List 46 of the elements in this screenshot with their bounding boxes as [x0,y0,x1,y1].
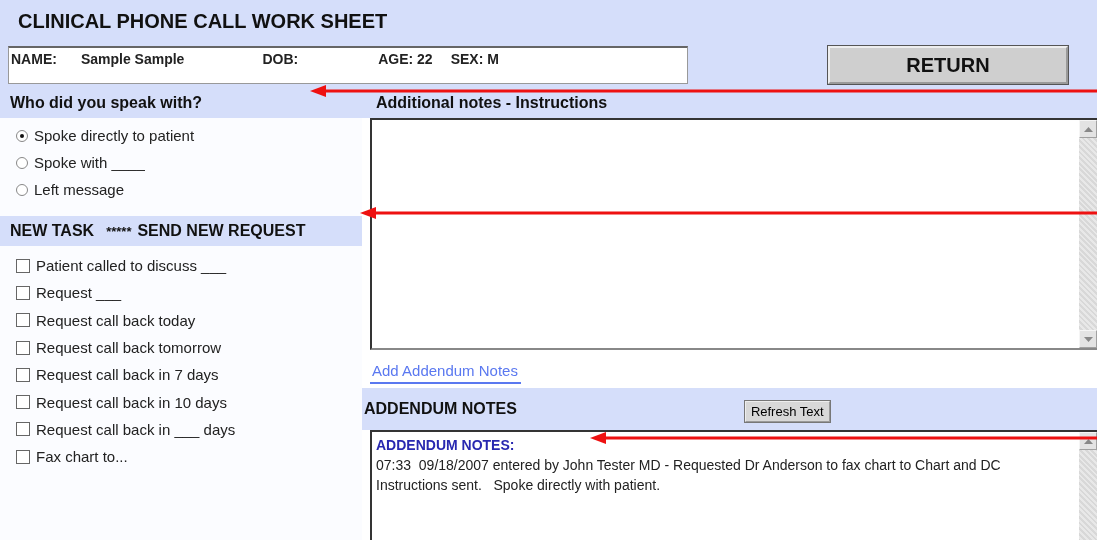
info-label: AGE: 22 [378,51,433,67]
checkbox[interactable] [16,285,30,300]
section-heading: ADDENDUM NOTES [364,400,517,418]
stars-text: ***** [106,223,132,239]
checkbox-option[interactable]: Patient called to discuss ___ [16,252,362,280]
radio-option[interactable]: Spoke directly to patient [16,122,362,149]
notes-text-area[interactable] [370,118,1097,350]
checkbox[interactable] [16,449,30,464]
radio-option[interactable]: Spoke with ____ [16,149,362,176]
checkbox-option[interactable]: Request call back in 10 days [16,388,362,416]
notes-text: 07:33 09/18/2007 entered by John Tester MD - Requested Dr Anderson to fax chart to Chart and DC Instructions sent. Spoke directly with patient. [376,456,1002,495]
section-heading: Additional notes - Instructions [376,94,608,112]
refresh-button[interactable]: Refresh Text [744,400,830,422]
checkbox[interactable] [16,367,30,382]
checkbox[interactable] [16,313,30,328]
radio-button[interactable] [16,156,28,169]
checkbox[interactable] [16,422,30,437]
checkbox[interactable] [16,258,30,273]
scroll-up-icon [1083,438,1093,444]
checkbox-option[interactable]: Request call back tomorrow [16,333,362,362]
scrollbar[interactable] [1079,432,1097,540]
radio-button[interactable] [16,183,28,196]
radio-option[interactable]: Left message [16,176,362,203]
scrollbar[interactable] [1079,120,1097,348]
info-value: Sample Sample [80,51,185,67]
addendum-text-area[interactable]: ADDENDUM NOTES: 07:33 09/18/2007 entered by John Tester MD - Requested Dr Anderson to fax chart to Chart and DC Instructions sent. Spoke directly with patient. [370,430,1097,540]
checkbox-option[interactable]: Request ___ [16,279,362,307]
scroll-down-icon [1083,336,1093,342]
return-button[interactable]: RETURN [828,46,1068,84]
section-heading: SEND NEW REQUEST [137,222,306,240]
checkbox-option[interactable]: Fax chart to... [16,443,362,471]
checkbox[interactable] [16,340,30,355]
scroll-up-icon [1083,126,1093,132]
checkbox-option[interactable]: Request call back in ___ days [16,415,362,444]
checkbox-option[interactable]: Request call back today [16,306,362,334]
info-label: DOB: [262,51,299,67]
section-heading: NEW TASK [10,222,95,240]
page-title: CLINICAL PHONE CALL WORK SHEET [18,10,388,33]
addendum-tab[interactable]: Add Addendum Notes [370,362,521,384]
info-label: NAME: [11,51,57,67]
checkbox-option[interactable]: Request call back in 7 days [16,361,362,389]
section-heading: Who did you speak with? [10,94,202,112]
info-label: SEX: M [450,51,499,67]
radio-button[interactable] [16,129,28,142]
notes-heading: ADDENDUM NOTES: [376,436,515,455]
checkbox[interactable] [16,395,30,410]
